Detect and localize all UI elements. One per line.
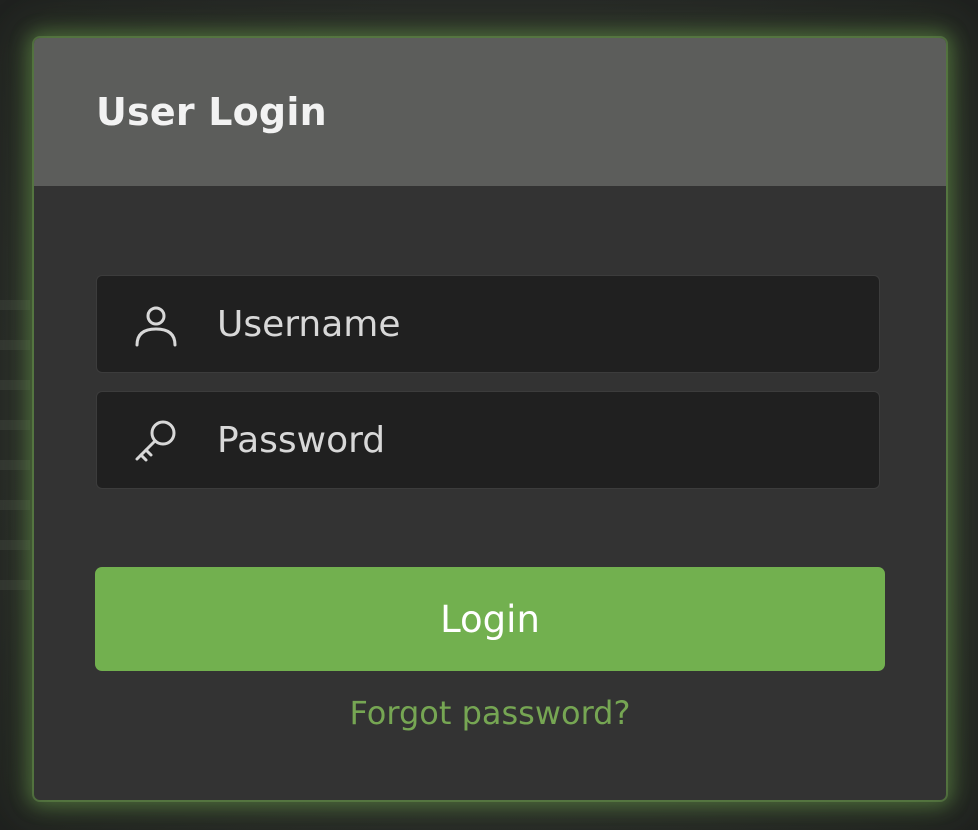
- background-stripe: [0, 460, 30, 470]
- login-button[interactable]: Login: [95, 567, 885, 671]
- password-field[interactable]: [96, 391, 880, 489]
- background-stripe: [0, 380, 30, 390]
- key-icon: [135, 420, 176, 462]
- user-icon: [135, 306, 177, 347]
- forgot-password-link[interactable]: Forgot password?: [34, 694, 946, 732]
- background-stripe: [0, 340, 30, 350]
- dialog-header: User Login: [34, 38, 946, 186]
- background-stripe: [0, 420, 30, 430]
- background-stripe: [0, 300, 30, 310]
- background-stripe: [0, 580, 30, 590]
- password-input[interactable]: [217, 392, 857, 488]
- username-field[interactable]: [96, 275, 880, 373]
- login-dialog: User Login Login Forgot password?: [34, 38, 946, 800]
- background-stripe: [0, 540, 30, 550]
- username-input[interactable]: [217, 276, 857, 372]
- background-stripe: [0, 500, 30, 510]
- dialog-title: User Login: [96, 90, 327, 134]
